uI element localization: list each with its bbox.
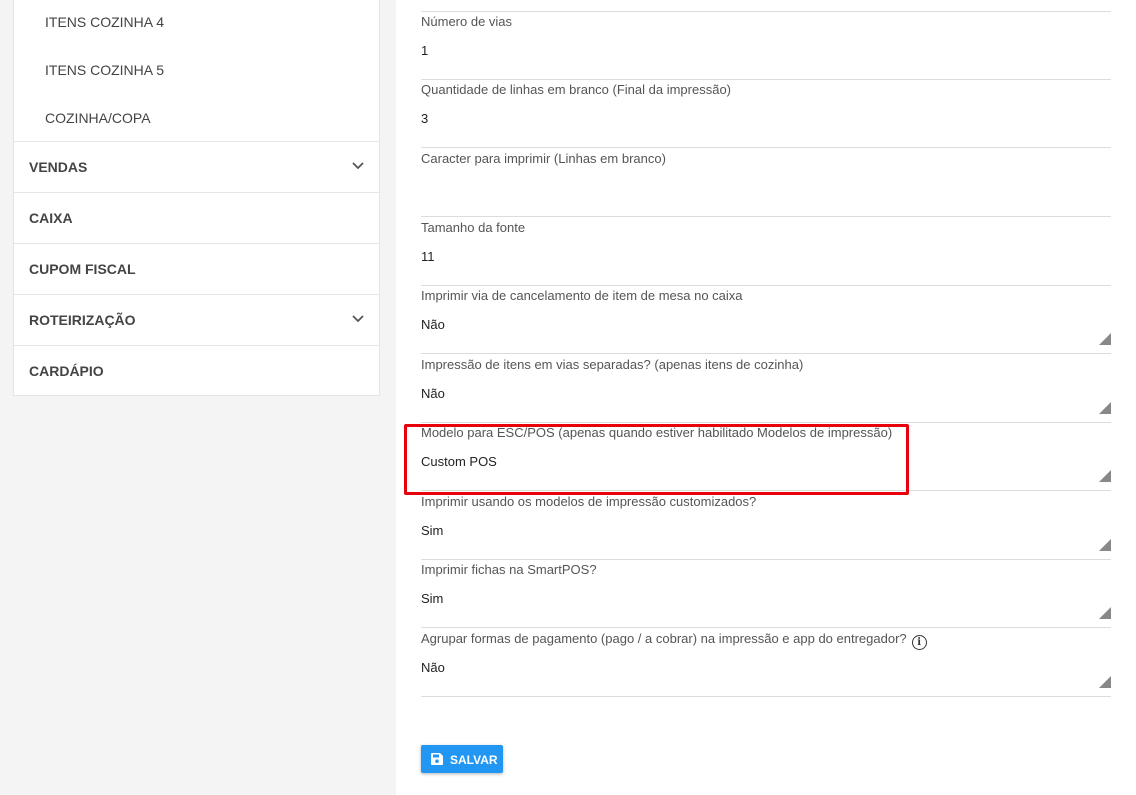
dropdown-arrow-icon	[1099, 539, 1111, 551]
save-button[interactable]: SALVAR	[421, 745, 503, 773]
sidebar-subitem-cozinha-copa[interactable]: COZINHA/COPA	[45, 110, 151, 126]
field-tamanho-fonte[interactable]: Tamanho da fonte 11	[421, 218, 1111, 286]
sidebar-item-cupom-fiscal[interactable]: CUPOM FISCAL	[14, 243, 379, 294]
field-label: Quantidade de linhas em branco (Final da…	[421, 82, 732, 97]
sidebar-item-label: VENDAS	[29, 159, 88, 175]
settings-form-panel: Número de vias 1 Quantidade de linhas em…	[396, 0, 1136, 795]
sidebar-menu: ITENS COZINHA 4 ITENS COZINHA 5 COZINHA/…	[13, 0, 380, 396]
select-value: Não	[421, 386, 445, 401]
field-input-value[interactable]: 1	[421, 43, 428, 58]
sidebar-item-label: CUPOM FISCAL	[29, 261, 136, 277]
field-caracter-imprimir[interactable]: Caracter para imprimir (Linhas em branco…	[421, 149, 1111, 217]
dropdown-arrow-icon	[1099, 607, 1111, 619]
field-label-text: Agrupar formas de pagamento (pago / a co…	[421, 631, 907, 646]
sidebar-item-label: CARDÁPIO	[29, 363, 104, 379]
sidebar-item-caixa[interactable]: CAIXA	[14, 192, 379, 243]
field-linhas-em-branco[interactable]: Quantidade de linhas em branco (Final da…	[421, 80, 1111, 148]
sidebar-item-vendas[interactable]: VENDAS	[14, 141, 379, 192]
field-label: Imprimir fichas na SmartPOS?	[421, 562, 597, 577]
chevron-down-icon	[352, 315, 364, 323]
chevron-down-icon	[352, 162, 364, 170]
field-label: Imprimir usando os modelos de impressão …	[421, 494, 757, 509]
field-label: Imprimir via de cancelamento de item de …	[421, 288, 743, 303]
dropdown-arrow-icon	[1099, 402, 1111, 414]
field-input-value[interactable]: 3	[421, 111, 428, 126]
select-modelos-customizados[interactable]: Imprimir usando os modelos de impressão …	[421, 492, 1111, 560]
field-input-value[interactable]: 11	[421, 249, 435, 264]
sidebar-item-roteirizacao[interactable]: ROTEIRIZAÇÃO	[14, 294, 379, 345]
highlight-annotation-box	[404, 424, 909, 495]
field-label: Agrupar formas de pagamento (pago / a co…	[421, 631, 927, 650]
select-agrupar-pagamento[interactable]: Agrupar formas de pagamento (pago / a co…	[421, 629, 1111, 697]
sidebar-item-label: ROTEIRIZAÇÃO	[29, 312, 136, 328]
dropdown-arrow-icon	[1099, 676, 1111, 688]
save-button-label: SALVAR	[450, 753, 498, 767]
select-vias-separadas[interactable]: Impressão de itens em vias separadas? (a…	[421, 355, 1111, 423]
field-numero-de-vias[interactable]: Número de vias 1	[421, 12, 1111, 80]
info-icon[interactable]: i	[911, 635, 927, 650]
sidebar-subitem-itens-cozinha-4[interactable]: ITENS COZINHA 4	[45, 14, 164, 30]
dropdown-arrow-icon	[1099, 333, 1111, 345]
sidebar-item-label: CAIXA	[29, 210, 73, 226]
select-value: Sim	[421, 591, 444, 606]
field-label: Impressão de itens em vias separadas? (a…	[421, 357, 804, 372]
select-fichas-smartpos[interactable]: Imprimir fichas na SmartPOS? Sim	[421, 560, 1111, 628]
field-label: Caracter para imprimir (Linhas em branco…	[421, 151, 666, 166]
field-label: Tamanho da fonte	[421, 220, 526, 235]
field-label: Número de vias	[421, 14, 513, 29]
select-via-cancelamento[interactable]: Imprimir via de cancelamento de item de …	[421, 286, 1111, 354]
select-value: Não	[421, 317, 445, 332]
select-value: Não	[421, 660, 445, 675]
previous-field-underline	[421, 0, 1111, 12]
floppy-disk-icon	[431, 753, 443, 765]
sidebar-item-cardapio[interactable]: CARDÁPIO	[14, 345, 379, 396]
sidebar-subitem-itens-cozinha-5[interactable]: ITENS COZINHA 5	[45, 62, 164, 78]
dropdown-arrow-icon	[1099, 470, 1111, 482]
select-value: Sim	[421, 523, 444, 538]
